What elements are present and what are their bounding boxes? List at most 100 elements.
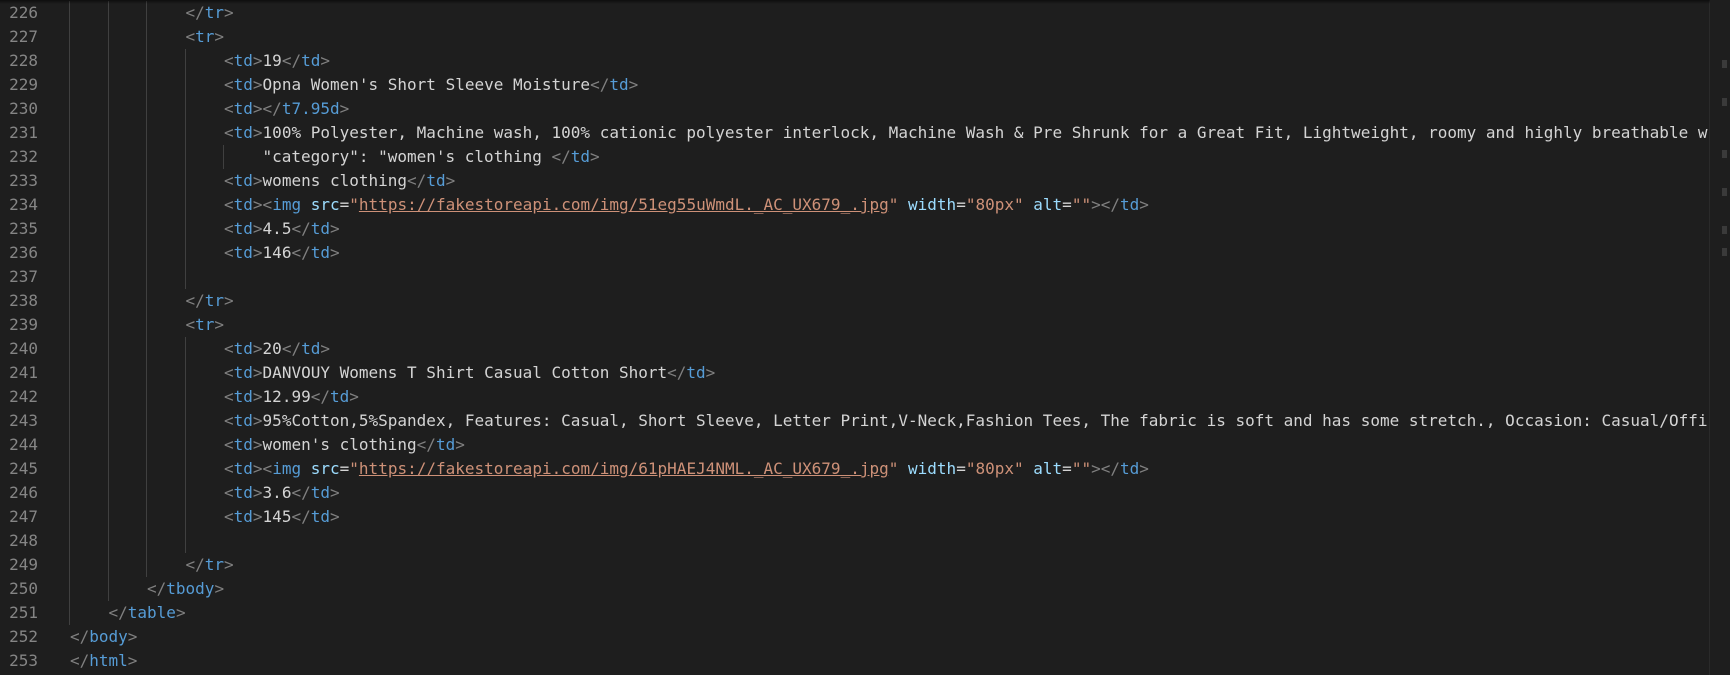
attribute-value: "80px" (965, 195, 1024, 214)
tag-name: td (1119, 459, 1140, 478)
code-line[interactable]: 228 <td>19</td> (0, 49, 1710, 73)
tag-bracket: </ (310, 387, 330, 406)
tag-name: t7.95d (281, 99, 340, 118)
indent-guide (107, 217, 109, 241)
indent-guide (107, 529, 109, 553)
code-line[interactable]: 227 <tr> (0, 25, 1710, 49)
code-line[interactable]: 249 </tr> (0, 553, 1710, 577)
indent-guide (69, 385, 70, 409)
code-line[interactable]: 235 <td>4.5</td> (0, 217, 1710, 241)
indent-guide (184, 97, 186, 121)
code-line[interactable]: 243 <td>95%Cotton,5%Spandex, Features: Ca… (0, 409, 1710, 433)
code-line[interactable]: 241 <td>DANVOUY Womens T Shirt Casual Cot… (0, 361, 1710, 385)
indent-guide (184, 505, 186, 529)
line-content: <td>womens clothing</td> (224, 169, 455, 193)
url-link[interactable]: https://fakestoreapi.com/img/51eg55uWmdL… (359, 195, 889, 214)
indent-guide (184, 265, 186, 289)
tag-bracket: < (224, 459, 234, 478)
code-line[interactable]: 229 <td>Opna Women's Short Sleeve Moistur… (0, 73, 1710, 97)
code-text: 3.6 (262, 483, 292, 502)
tag-bracket: > (252, 171, 263, 190)
tag-bracket: > (329, 507, 340, 526)
indent-guide (146, 217, 147, 241)
tag-bracket: > (320, 339, 330, 358)
tag-bracket: > (252, 363, 263, 382)
code-text: = (339, 459, 350, 478)
tag-bracket: > (329, 483, 340, 502)
line-number: 253 (9, 651, 38, 670)
indent-guide (146, 505, 147, 529)
indent-guide (69, 601, 70, 625)
indent-guide (107, 265, 109, 289)
line-number: 244 (9, 435, 38, 454)
scrollbar-marker (1722, 226, 1727, 234)
indent-guide (69, 49, 70, 73)
indent-guide (107, 457, 109, 481)
code-line[interactable]: 239 <tr> (0, 313, 1710, 337)
code-text: = (1062, 195, 1072, 214)
code-line[interactable]: 252 </body> (0, 625, 1710, 649)
code-line[interactable]: 236 <td>146</td> (0, 241, 1710, 265)
tag-bracket: </ (1100, 195, 1120, 214)
indent-guide (69, 313, 70, 337)
line-content: <td>95%Cotton,5%Spandex, Features: Casua… (224, 409, 1710, 433)
code-line[interactable]: 248 (0, 529, 1710, 553)
indent-guide (69, 529, 70, 553)
tag-bracket: > (252, 339, 263, 358)
line-number: 234 (9, 195, 38, 214)
code-line[interactable]: 246 <td>3.6</td> (0, 481, 1710, 505)
tag-name: td (310, 243, 330, 262)
code-editor[interactable]: 226 </tr> 227 <tr> 228 <td>19</td> 229 <td>Opna… (0, 0, 1730, 675)
line-number: 239 (9, 315, 38, 334)
tag-bracket: < (224, 99, 234, 118)
code-line[interactable]: 245 <td><img src="https://fakestoreapi.co… (0, 457, 1710, 481)
tag-bracket: > (1091, 195, 1101, 214)
code-line[interactable]: 233 <td>womens clothing</td> (0, 169, 1710, 193)
line-content: <td>145</td> (224, 505, 340, 529)
code-line[interactable]: 237 (0, 265, 1710, 289)
line-number: 243 (9, 411, 38, 430)
indent-guide (184, 49, 186, 73)
tag-bracket: </ (262, 99, 282, 118)
code-area[interactable]: 226 </tr> 227 <tr> 228 <td>19</td> 229 <td>Opna… (0, 0, 1710, 675)
indent-guide (146, 73, 147, 97)
attribute-name: width (908, 459, 957, 478)
tag-name: img (272, 459, 302, 478)
indent-guide (107, 481, 109, 505)
code-text: = (956, 459, 966, 478)
code-line[interactable]: 253 </html> (0, 649, 1710, 673)
code-line[interactable]: 238 </tr> (0, 289, 1710, 313)
indent-guide (146, 313, 147, 337)
code-line[interactable]: 240 <td>20</td> (0, 337, 1710, 361)
code-line[interactable]: 247 <td>145</td> (0, 505, 1710, 529)
line-content: <td>DANVOUY Womens T Shirt Casual Cotton… (224, 361, 715, 385)
vertical-scrollbar[interactable] (1709, 0, 1730, 675)
attribute-name: width (908, 195, 957, 214)
tag-bracket: > (252, 75, 263, 94)
code-line[interactable]: 244 <td>women's clothing</td> (0, 433, 1710, 457)
indent-guide (69, 145, 70, 169)
tag-bracket: < (185, 315, 196, 334)
code-line[interactable]: 230 <td></t7.95d> (0, 97, 1710, 121)
tag-bracket: </ (590, 75, 610, 94)
code-line[interactable]: 231 <td>100% Polyester, Machine wash, 100… (0, 121, 1710, 145)
tag-name: td (310, 219, 330, 238)
indent-guide (146, 457, 147, 481)
tag-bracket: </ (185, 3, 205, 22)
code-line[interactable]: 250 </tbody> (0, 577, 1710, 601)
tag-bracket: > (1139, 195, 1149, 214)
line-number: 238 (9, 291, 38, 310)
code-line[interactable]: 226 </tr> (0, 1, 1710, 25)
tag-name: tr (204, 555, 225, 574)
indent-guide (107, 1, 109, 25)
code-line[interactable]: 251 </table> (0, 601, 1710, 625)
code-line[interactable]: 234 <td><img src="https://fakestoreapi.co… (0, 193, 1710, 217)
tag-bracket: </ (667, 363, 687, 382)
code-line[interactable]: 242 <td>12.99</td> (0, 385, 1710, 409)
indent-guide (69, 289, 70, 313)
line-number: 235 (9, 219, 38, 238)
url-link[interactable]: https://fakestoreapi.com/img/61pHAEJ4NML… (359, 459, 889, 478)
tag-name: td (609, 75, 629, 94)
code-line[interactable]: 232 "category": "women's clothing </td> (0, 145, 1710, 169)
